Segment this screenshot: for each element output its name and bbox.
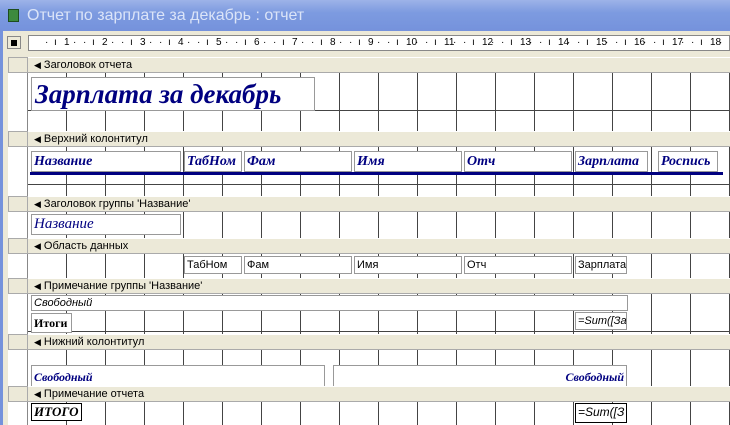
page-footer-left-field[interactable]: Свободный (31, 365, 325, 387)
header-label[interactable]: Роспись (658, 151, 718, 172)
ruler-tick: 5 (216, 37, 222, 48)
section-selector[interactable] (8, 278, 28, 294)
header-label[interactable]: Название (31, 151, 181, 172)
totals-label[interactable]: Итоги (31, 313, 72, 333)
ruler-tick: 7 (292, 37, 298, 48)
header-underline[interactable] (30, 172, 723, 175)
section-selector[interactable] (8, 238, 28, 254)
ruler-tick: 8 (330, 37, 336, 48)
header-label[interactable]: Имя (354, 151, 462, 172)
select-report-button[interactable] (7, 36, 21, 49)
detail-field[interactable]: ТабНом (184, 256, 242, 274)
detail-field[interactable]: Фам (244, 256, 352, 274)
header-label[interactable]: ТабНом (184, 151, 242, 172)
section-selector[interactable] (8, 196, 28, 212)
bar-group-footer[interactable]: Примечание группы 'Название' (28, 278, 730, 294)
ruler-tick: 9 (368, 37, 374, 48)
bar-detail[interactable]: Область данных (28, 238, 730, 254)
bar-report-header[interactable]: Заголовок отчета (28, 57, 730, 73)
section-selector[interactable] (8, 131, 28, 147)
detail-field[interactable]: Отч (464, 256, 572, 274)
detail-field[interactable]: Имя (354, 256, 462, 274)
header-label[interactable]: Фам (244, 151, 352, 172)
free-field[interactable]: Свободный (31, 295, 628, 311)
section-selector[interactable] (8, 386, 28, 402)
report-icon (8, 9, 19, 22)
sum-field[interactable]: =Sum([За (575, 312, 627, 330)
bar-page-header[interactable]: Верхний колонтитул (28, 131, 730, 147)
bar-report-footer[interactable]: Примечание отчета (28, 386, 730, 402)
ruler-tick: 2 (102, 37, 108, 48)
window-title: Отчет по зарплате за декабрь : отчет (27, 6, 305, 24)
bar-page-footer[interactable]: Нижний колонтитул (28, 334, 730, 350)
bar-group-header[interactable]: Заголовок группы 'Название' (28, 196, 730, 212)
ruler-tick: 3 (140, 37, 146, 48)
header-label[interactable]: Отч (464, 151, 572, 172)
ruler-tick: 1 (64, 37, 70, 48)
detail-field[interactable]: Зарплата (575, 256, 627, 274)
section-selector[interactable] (8, 57, 28, 73)
section-selector[interactable] (8, 334, 28, 350)
title-bar: Отчет по зарплате за декабрь : отчет (0, 0, 730, 31)
page-footer-right-field[interactable]: Свободный (333, 365, 627, 387)
horizontal-ruler[interactable]: · ı 1 · · ı 2 · · ı 3 · · ı 4 · · ı 5 · · ı 6 · · ı 7 · · ı 8 · · ı 9 · · ı 10… (28, 35, 730, 51)
grand-total-label[interactable]: ИТОГО (31, 403, 82, 421)
report-title-label[interactable]: Зарплата за декабрь (31, 77, 315, 111)
ruler-tick: 4 (178, 37, 184, 48)
group-name-field[interactable]: Название (31, 214, 181, 235)
header-label[interactable]: Зарплата (575, 151, 648, 172)
grand-sum-field[interactable]: =Sum([З (575, 403, 627, 423)
ruler-tick: 6 (254, 37, 260, 48)
